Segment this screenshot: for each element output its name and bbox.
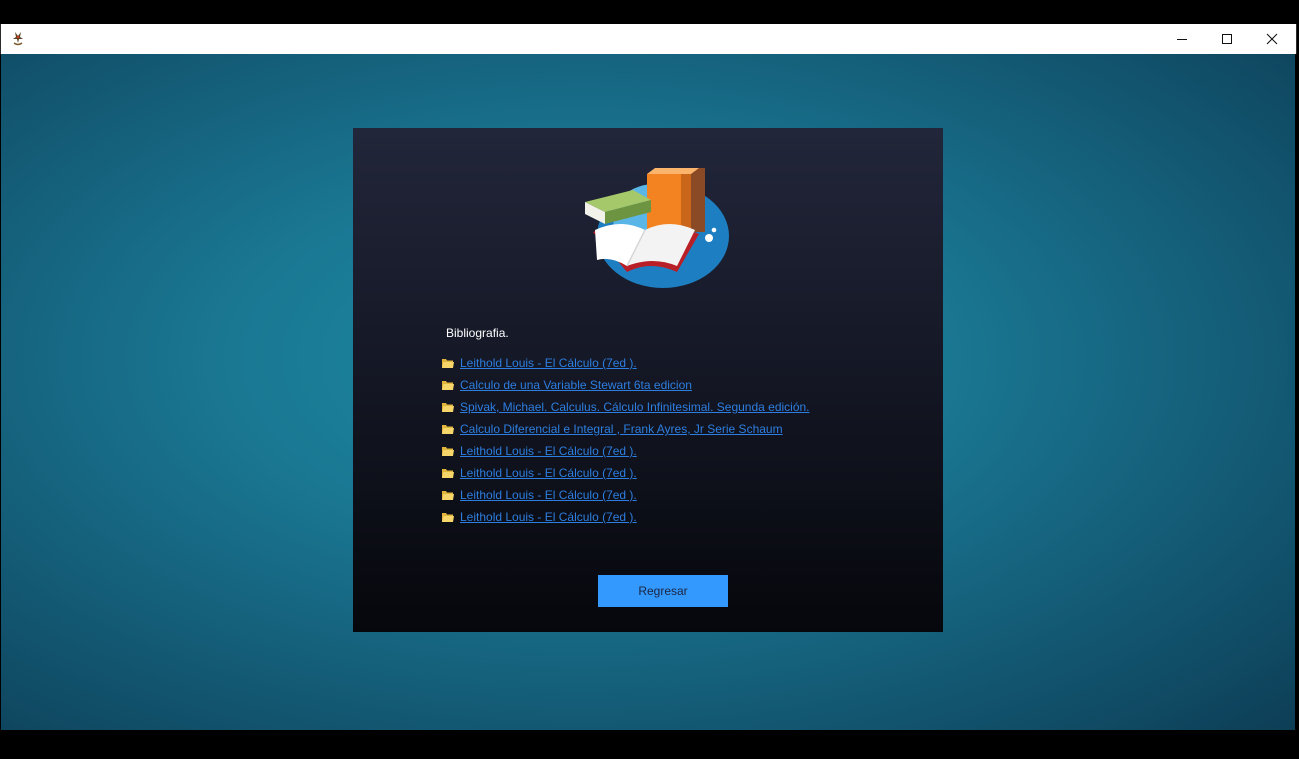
maximize-button[interactable] bbox=[1204, 24, 1250, 54]
list-item: Leithold Louis - El Cálculo (7ed ). bbox=[441, 352, 810, 374]
folder-icon bbox=[442, 403, 454, 412]
screen-top-edge bbox=[0, 0, 1299, 24]
minimize-icon bbox=[1177, 39, 1187, 40]
list-item: Leithold Louis - El Cálculo (7ed ). bbox=[441, 462, 810, 484]
reference-list: Leithold Louis - El Cálculo (7ed ). Calc… bbox=[441, 352, 810, 528]
reference-link[interactable]: Calculo de una Variable Stewart 6ta edic… bbox=[460, 378, 692, 392]
close-icon bbox=[1266, 33, 1278, 45]
folder-icon bbox=[442, 491, 454, 500]
screen-bottom-edge bbox=[0, 730, 1299, 759]
back-button[interactable]: Regresar bbox=[598, 575, 728, 607]
minimize-button[interactable] bbox=[1159, 24, 1205, 54]
reference-link[interactable]: Leithold Louis - El Cálculo (7ed ). bbox=[460, 466, 637, 480]
books-illustration bbox=[585, 168, 729, 288]
bibliography-title: Bibliografia. bbox=[446, 326, 509, 340]
list-item: Spivak, Michael. Calculus. Cálculo Infin… bbox=[441, 396, 810, 418]
close-button[interactable] bbox=[1249, 24, 1295, 54]
maximize-icon bbox=[1222, 34, 1232, 44]
folder-icon bbox=[442, 513, 454, 522]
bibliography-panel: Bibliografia. Leithold Louis - El Cálcul… bbox=[353, 128, 943, 632]
list-item: Leithold Louis - El Cálculo (7ed ). bbox=[441, 506, 810, 528]
list-item: Leithold Louis - El Cálculo (7ed ). bbox=[441, 440, 810, 462]
reference-link[interactable]: Leithold Louis - El Cálculo (7ed ). bbox=[460, 356, 637, 370]
reference-link[interactable]: Calculo Diferencial e Integral , Frank A… bbox=[460, 422, 783, 436]
java-app-icon bbox=[10, 30, 26, 48]
reference-link[interactable]: Leithold Louis - El Cálculo (7ed ). bbox=[460, 488, 637, 502]
reference-link[interactable]: Leithold Louis - El Cálculo (7ed ). bbox=[460, 444, 637, 458]
folder-icon bbox=[442, 381, 454, 390]
list-item: Leithold Louis - El Cálculo (7ed ). bbox=[441, 484, 810, 506]
folder-icon bbox=[442, 469, 454, 478]
list-item: Calculo Diferencial e Integral , Frank A… bbox=[441, 418, 810, 440]
folder-icon bbox=[442, 425, 454, 434]
folder-icon bbox=[442, 359, 454, 368]
reference-link[interactable]: Spivak, Michael. Calculus. Cálculo Infin… bbox=[460, 400, 810, 414]
window-titlebar[interactable] bbox=[0, 24, 1297, 54]
list-item: Calculo de una Variable Stewart 6ta edic… bbox=[441, 374, 810, 396]
folder-icon bbox=[442, 447, 454, 456]
window-content: Bibliografia. Leithold Louis - El Cálcul… bbox=[1, 54, 1295, 730]
reference-link[interactable]: Leithold Louis - El Cálculo (7ed ). bbox=[460, 510, 637, 524]
